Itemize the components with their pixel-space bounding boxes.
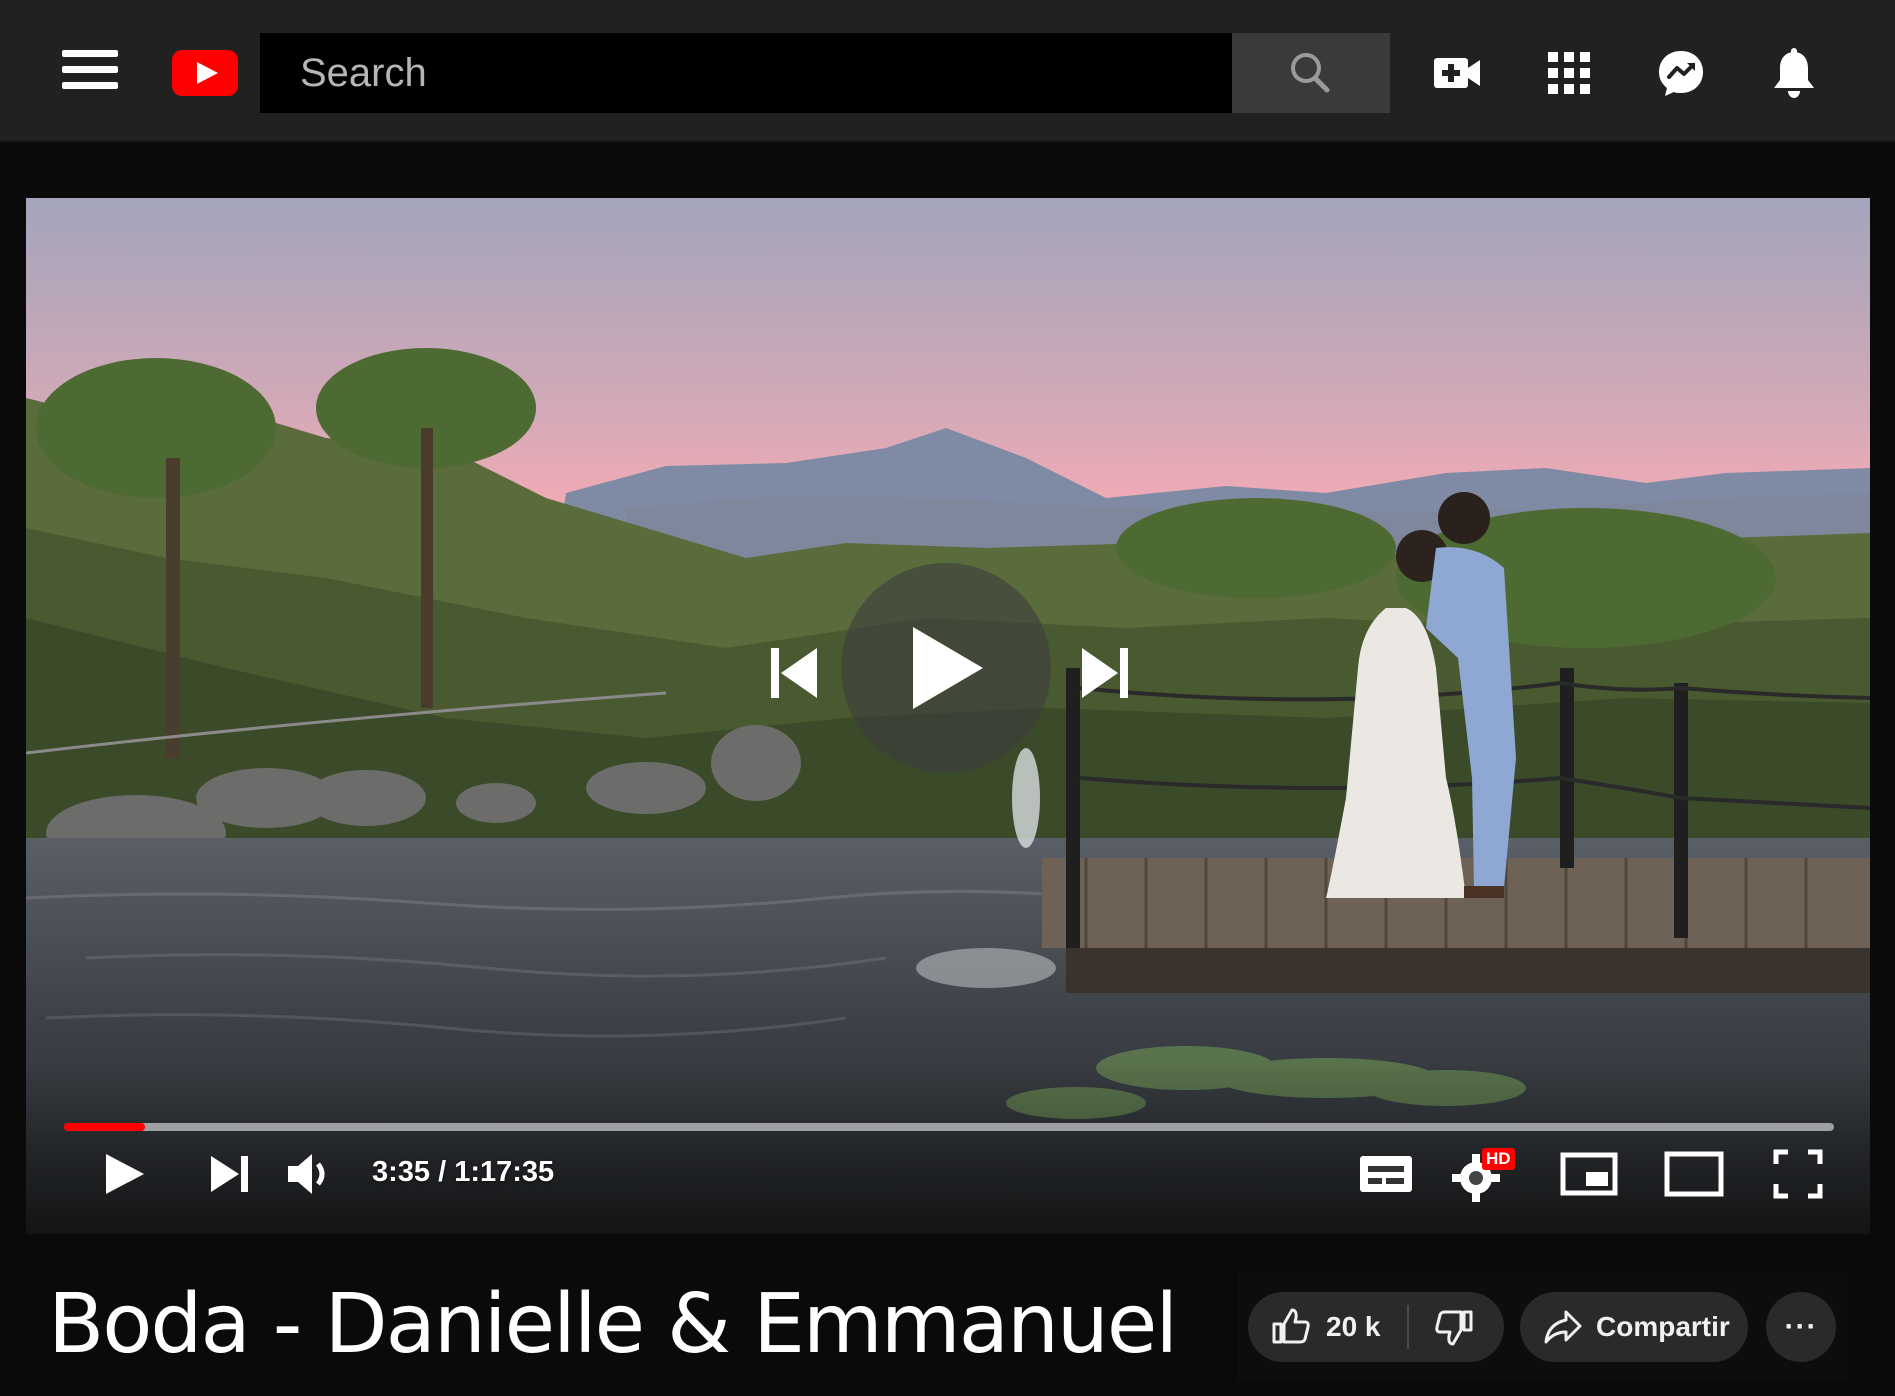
next-icon[interactable]: [1070, 638, 1140, 708]
previous-icon[interactable]: [759, 638, 829, 708]
theater-mode-icon[interactable]: [1662, 1146, 1726, 1202]
like-button[interactable]: 20 k: [1248, 1292, 1407, 1362]
fullscreen-icon[interactable]: [1770, 1146, 1826, 1202]
notifications-bell-icon[interactable]: [1767, 46, 1821, 100]
youtube-logo-icon[interactable]: [172, 50, 238, 96]
time-separator: /: [430, 1156, 455, 1188]
settings-button[interactable]: HD: [1452, 1146, 1516, 1206]
share-button[interactable]: Compartir: [1520, 1292, 1748, 1362]
video-actions: 20 k Compartir ···: [1238, 1272, 1848, 1382]
more-dots-icon: ···: [1784, 1310, 1818, 1343]
thumbs-up-icon: [1272, 1308, 1310, 1344]
search-button[interactable]: [1232, 33, 1390, 113]
apps-grid-icon[interactable]: [1542, 46, 1596, 100]
play-icon[interactable]: [96, 1146, 152, 1202]
progress-played: [64, 1123, 146, 1131]
messenger-icon[interactable]: [1654, 46, 1708, 100]
search-input[interactable]: [260, 33, 1232, 113]
top-bar: [0, 0, 1895, 142]
create-video-icon[interactable]: [1430, 46, 1484, 100]
volume-icon[interactable]: [282, 1146, 338, 1202]
big-play-button[interactable]: [841, 563, 1051, 773]
miniplayer-icon[interactable]: [1558, 1146, 1620, 1202]
progress-bar[interactable]: [64, 1123, 1834, 1131]
video-title: Boda - Danielle & Emmanuel: [48, 1277, 1178, 1372]
video-player[interactable]: 3:35 / 1:17:35 HD: [26, 198, 1870, 1234]
share-label: Compartir: [1596, 1311, 1730, 1342]
time-display: 3:35 / 1:17:35: [372, 1156, 554, 1189]
more-actions-button[interactable]: ···: [1766, 1292, 1836, 1362]
current-time: 3:35: [372, 1156, 431, 1188]
search-icon: [1291, 53, 1330, 93]
thumbs-down-icon: [1434, 1310, 1472, 1346]
like-count: 20 k: [1326, 1311, 1381, 1342]
hamburger-menu-icon[interactable]: [62, 50, 118, 94]
share-icon: [1544, 1310, 1582, 1344]
next-icon[interactable]: [203, 1146, 259, 1202]
like-dislike-group: 20 k: [1248, 1292, 1504, 1362]
play-icon: [913, 627, 983, 709]
total-time: 1:17:35: [454, 1156, 555, 1188]
hd-badge: HD: [1482, 1148, 1515, 1170]
dislike-button[interactable]: [1409, 1292, 1475, 1362]
subtitles-icon[interactable]: [1356, 1146, 1416, 1202]
